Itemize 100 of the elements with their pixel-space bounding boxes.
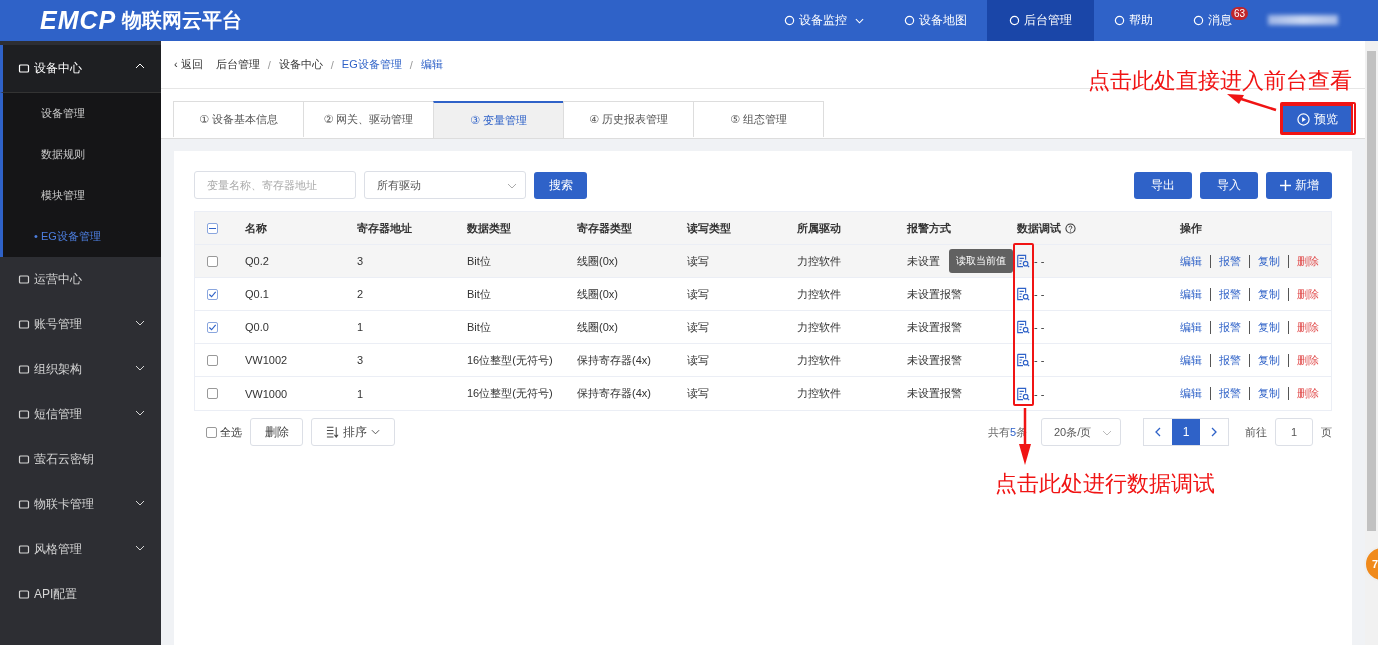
sidebar-item[interactable]: 运营中心	[0, 257, 161, 302]
breadcrumb-separator: /	[409, 58, 413, 71]
search-button[interactable]: 搜索	[534, 171, 587, 199]
breadcrumb-item[interactable]: 后台管理	[215, 57, 260, 72]
row-action-link[interactable]: 报警	[1219, 253, 1241, 269]
row-checkbox[interactable]	[207, 388, 218, 399]
row-checkbox[interactable]	[207, 321, 218, 333]
row-action-link[interactable]: 删除	[1297, 286, 1319, 302]
row-action-link[interactable]: 报警	[1219, 319, 1241, 335]
breadcrumb-item[interactable]: 设备中心	[278, 57, 323, 72]
delete-button[interactable]: 删除	[250, 418, 303, 446]
sidebar-item[interactable]: 萤石云密钥	[0, 437, 161, 482]
read-value-icon[interactable]	[1016, 320, 1030, 334]
row-action-link[interactable]: 编辑	[1180, 386, 1202, 401]
breadcrumb-separator: /	[330, 58, 334, 71]
table-cell: 16位整型(无符号)	[467, 352, 553, 368]
row-action-link[interactable]: 编辑	[1180, 253, 1202, 269]
page-button[interactable]: 1	[1172, 419, 1200, 445]
row-action-link[interactable]: 删除	[1297, 386, 1319, 401]
column-header: 读写类型	[687, 220, 731, 236]
nav-item[interactable]: 设备监控	[764, 0, 884, 41]
tab[interactable]: ⑤ 组态管理	[693, 101, 824, 137]
breadcrumb-item[interactable]: EG设备管理	[341, 57, 402, 72]
back-link[interactable]: ‹ 返回	[174, 57, 203, 72]
column-header: 名称	[245, 220, 267, 236]
sidebar-item[interactable]: 短信管理	[0, 392, 161, 437]
nav-item[interactable]: 后台管理	[987, 0, 1094, 41]
debug-value: - -	[1034, 354, 1045, 366]
row-action-link[interactable]: 删除	[1297, 319, 1319, 335]
caret-icon	[507, 183, 517, 189]
table-cell: Bit位	[467, 253, 491, 269]
select-all-label: 全选	[220, 424, 242, 440]
row-action-link[interactable]: 复制	[1258, 253, 1280, 269]
table-cell: 未设置报警	[907, 352, 962, 368]
nav-item[interactable]: 设备地图	[884, 0, 987, 41]
table-cell: 未设置报警	[907, 319, 962, 335]
column-header: 寄存器类型	[577, 220, 632, 236]
nav-icon	[1009, 15, 1020, 26]
toolbar-button[interactable]: 导出	[1134, 171, 1192, 199]
message-count-badge: 63	[1230, 7, 1248, 20]
read-value-icon[interactable]	[1016, 287, 1030, 301]
chevron-icon	[135, 545, 145, 551]
preview-button[interactable]: 预览	[1281, 104, 1353, 134]
goto-page-field[interactable]: 1	[1275, 418, 1313, 446]
tab[interactable]: ① 设备基本信息	[173, 101, 304, 137]
sidebar-item[interactable]: API配置	[0, 572, 161, 617]
sidebar-subitem[interactable]: • EG设备管理	[3, 216, 161, 257]
toolbar-button[interactable]: 导入	[1200, 171, 1258, 199]
row-action-link[interactable]: 复制	[1258, 286, 1280, 302]
table-cell: 未设置报警	[907, 286, 962, 302]
table-cell: 读写	[687, 253, 709, 269]
menu-icon	[18, 453, 30, 466]
breadcrumb-item[interactable]: 编辑	[420, 57, 443, 72]
page-unit-label: 页	[1321, 424, 1332, 440]
row-action-link[interactable]: 编辑	[1180, 319, 1202, 335]
row-checkbox[interactable]	[207, 354, 218, 366]
row-action-link[interactable]: 复制	[1258, 386, 1280, 401]
row-action-link[interactable]: 报警	[1219, 352, 1241, 368]
row-action-link[interactable]: 删除	[1297, 352, 1319, 368]
page-size-select[interactable]: 20条/页	[1041, 418, 1121, 446]
sidebar-item[interactable]: 组织架构	[0, 347, 161, 392]
row-action-link[interactable]: 报警	[1219, 386, 1241, 401]
sidebar-subitem[interactable]: 模块管理	[3, 175, 161, 216]
select-all-checkbox[interactable]	[206, 426, 217, 438]
table-cell: Q0.2	[245, 255, 269, 267]
table-cell: Bit位	[467, 286, 491, 302]
table-cell: Q0.1	[245, 288, 269, 300]
nav-item[interactable]: 帮助	[1094, 0, 1173, 41]
sidebar-item[interactable]: 物联卡管理	[0, 482, 161, 527]
row-action-link[interactable]: 编辑	[1180, 286, 1202, 302]
column-header: 所属驱动	[797, 220, 841, 236]
sidebar-item[interactable]: 设备中心	[0, 45, 161, 93]
play-icon	[1296, 112, 1310, 126]
row-action-link[interactable]: 删除	[1297, 253, 1319, 269]
sidebar-item[interactable]: 账号管理	[0, 302, 161, 347]
sidebar-item[interactable]: 风格管理	[0, 527, 161, 572]
row-checkbox[interactable]	[207, 288, 218, 300]
table-cell: 线圈(0x)	[577, 319, 618, 335]
sidebar-subitem[interactable]: 数据规则	[3, 134, 161, 175]
search-field[interactable]: 变量名称、寄存器地址	[194, 171, 356, 199]
row-action-link[interactable]: 编辑	[1180, 352, 1202, 368]
site-title: 物联网云平台	[122, 8, 243, 33]
row-action-link[interactable]: 报警	[1219, 286, 1241, 302]
row-action-link[interactable]: 复制	[1258, 352, 1280, 368]
read-value-icon[interactable]	[1016, 386, 1030, 401]
sort-button[interactable]: 排序	[311, 418, 395, 446]
scrollbar[interactable]	[1365, 41, 1378, 645]
read-value-icon[interactable]	[1016, 254, 1030, 268]
help-icon	[1065, 222, 1076, 234]
row-action-link[interactable]: 复制	[1258, 319, 1280, 335]
row-checkbox[interactable]	[207, 255, 218, 267]
driver-select[interactable]: 所有驱动	[364, 171, 526, 199]
chevron-icon	[135, 320, 145, 326]
tab[interactable]: ③ 变量管理	[433, 101, 564, 138]
debug-value: - -	[1034, 288, 1045, 300]
sidebar-subitem[interactable]: 设备管理	[3, 93, 161, 134]
read-value-icon[interactable]	[1016, 353, 1030, 367]
toolbar-button[interactable]: 新增	[1266, 171, 1332, 199]
caret-icon	[1102, 430, 1112, 436]
select-all-checkbox[interactable]	[207, 222, 218, 234]
